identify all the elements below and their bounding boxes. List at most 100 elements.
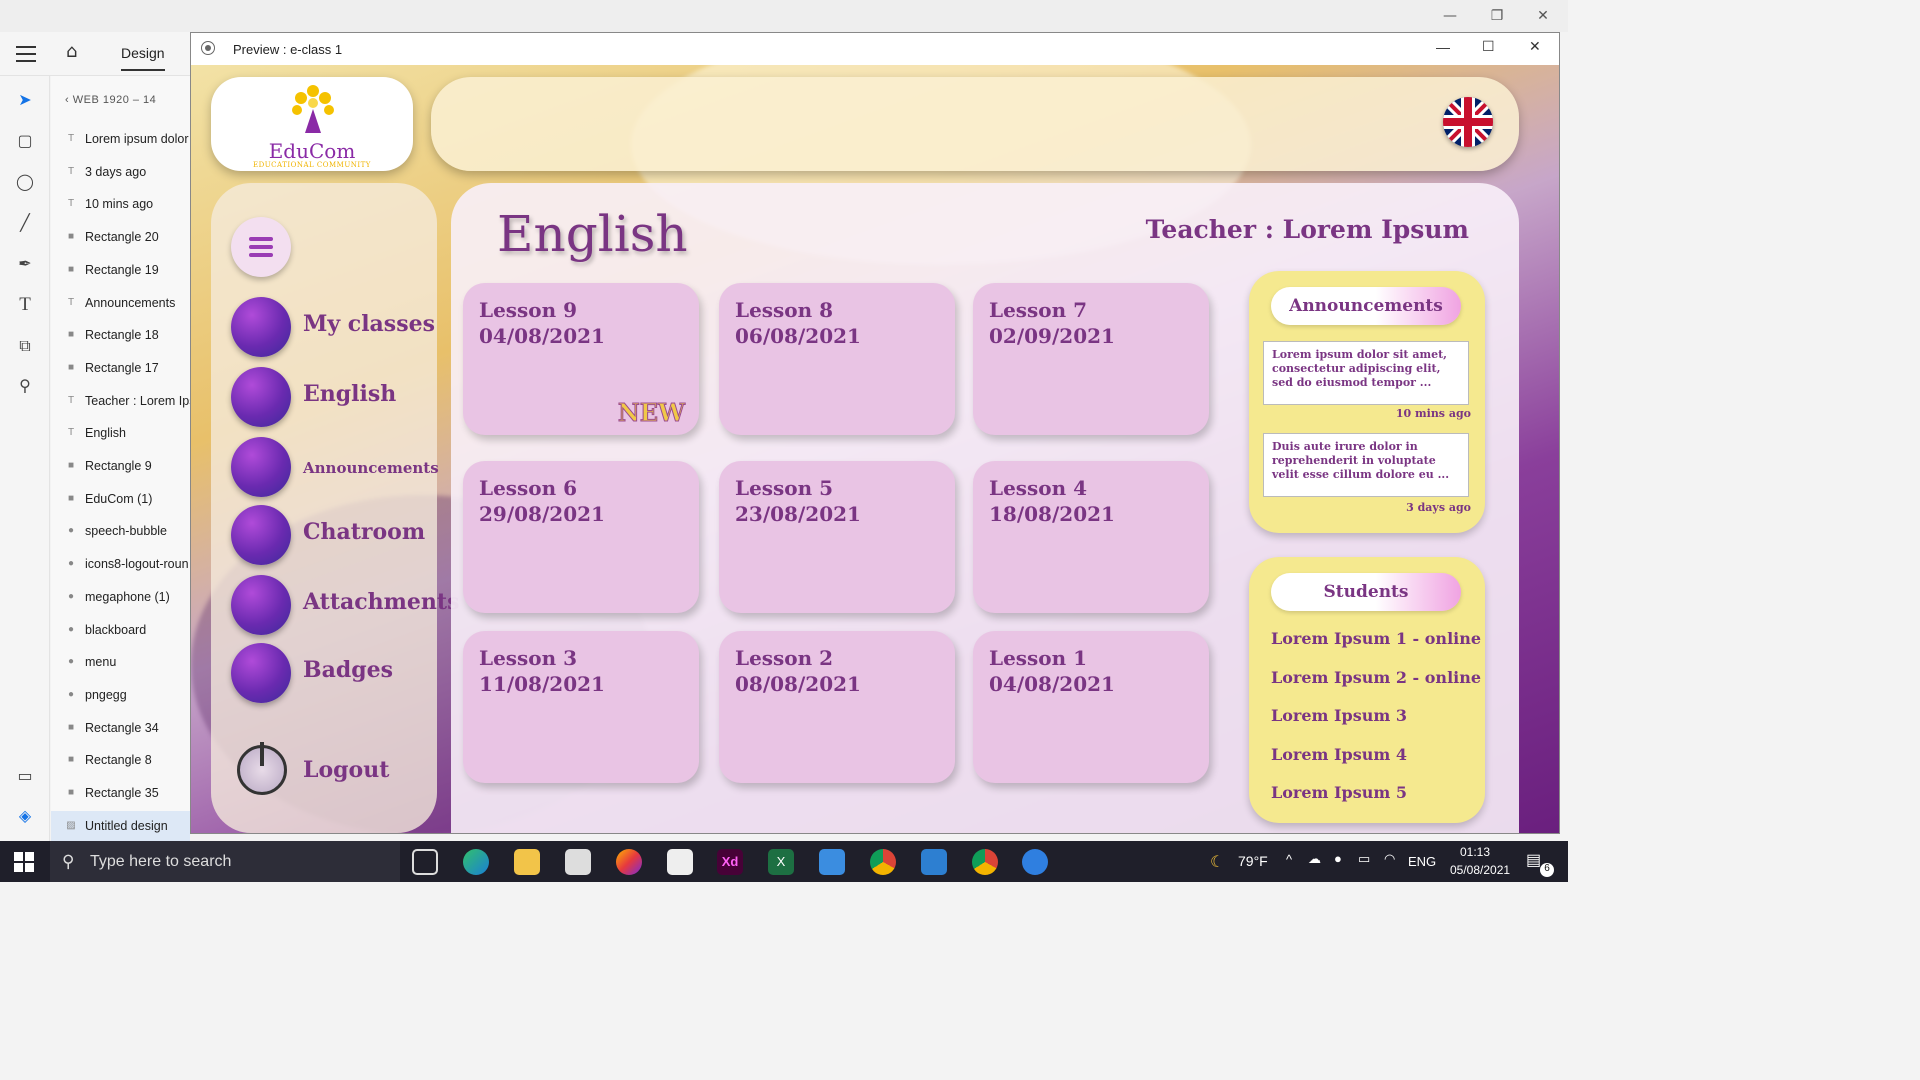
ellipse-tool-icon[interactable]: ◯ [13,170,37,194]
lesson-card[interactable]: Lesson 3 11/08/2021 [463,631,699,783]
layer-item[interactable]: ■ Rectangle 35 [51,778,190,808]
nav-item[interactable]: My classes [231,297,441,357]
assets-icon[interactable]: ▭ [13,764,37,788]
preview-record-icon[interactable] [201,41,215,55]
layer-item[interactable]: ■ Rectangle 19 [51,255,190,285]
announcements-title[interactable]: Announcements [1271,287,1461,325]
logout-button[interactable]: Logout [231,742,441,803]
lesson-card[interactable]: Lesson 5 23/08/2021 [719,461,955,613]
weather-moon-icon[interactable]: ☾ [1210,852,1224,872]
students-title[interactable]: Students [1271,573,1461,611]
layer-item[interactable]: ● pngegg [51,680,190,710]
layer-item[interactable]: ● megaphone (1) [51,582,190,612]
task-view-icon[interactable] [412,849,438,875]
lesson-card[interactable]: Lesson 7 02/09/2021 [973,283,1209,435]
photos-icon[interactable] [921,849,947,875]
taskbar-search-input[interactable]: ⚲ Type here to search [50,841,400,882]
uk-flag-language-icon[interactable] [1443,97,1493,147]
layer-item[interactable]: T English [51,418,190,448]
app-icon[interactable] [565,849,591,875]
layer-item[interactable]: ▨ Untitled design [51,810,190,841]
announcement-item[interactable]: Duis aute irure dolor in reprehenderit i… [1263,433,1469,497]
weather-temp[interactable]: 79°F [1238,853,1268,869]
rectangle-tool-icon[interactable]: ▢ [13,129,37,153]
layer-item[interactable]: ■ Rectangle 18 [51,320,190,350]
layer-item[interactable]: ■ Rectangle 34 [51,713,190,743]
nav-item[interactable]: Attachments [231,575,459,635]
windows-start-icon[interactable] [14,852,34,872]
chrome-icon[interactable] [870,849,896,875]
microphone-icon[interactable]: ● [1334,851,1342,866]
layer-item[interactable]: ■ Rectangle 17 [51,353,190,383]
layer-item[interactable]: ■ Rectangle 9 [51,451,190,481]
layer-item[interactable]: ■ Rectangle 20 [51,222,190,252]
student-item[interactable]: Lorem Ipsum 1 - online [1271,629,1481,648]
clock-time[interactable]: 01:13 [1460,845,1490,859]
excel-icon[interactable]: X [768,849,794,875]
minimize-button[interactable]: — [1440,6,1460,26]
student-item[interactable]: Lorem Ipsum 4 [1271,745,1407,764]
artboard-breadcrumb[interactable]: ‹ WEB 1920 – 14 [65,94,156,106]
layer-item[interactable]: T 10 mins ago [51,189,190,219]
wifi-icon[interactable]: ◠ [1384,851,1395,867]
zoom-tool-icon[interactable]: ⚲ [13,374,37,398]
nav-item[interactable]: Badges [231,643,441,703]
lesson-card[interactable]: Lesson 4 18/08/2021 [973,461,1209,613]
lesson-card[interactable]: Lesson 9 04/08/2021 NEW [463,283,699,435]
student-item[interactable]: Lorem Ipsum 3 [1271,706,1407,725]
announcement-item[interactable]: Lorem ipsum dolor sit amet, consectetur … [1263,341,1469,405]
layer-item[interactable]: T Lorem ipsum dolor [51,124,190,154]
chevron-up-icon[interactable]: ^ [1286,852,1292,867]
pen-tool-icon[interactable]: ✒ [13,252,37,276]
text-tool-icon[interactable]: T [13,293,37,317]
layer-item[interactable]: T 3 days ago [51,157,190,187]
cloud-icon[interactable]: ☁ [1308,851,1321,867]
layers-panel: ‹ WEB 1920 – 14 T Lorem ipsum dolor T 3 day… [51,76,190,841]
student-item[interactable]: Lorem Ipsum 2 - online [1271,668,1481,687]
file-explorer-icon[interactable] [514,849,540,875]
preview-close-button[interactable]: ✕ [1529,38,1541,55]
hamburger-menu-icon[interactable] [16,44,36,62]
layer-item[interactable]: ● menu [51,647,190,677]
layer-item[interactable]: T Announcements [51,288,190,318]
lesson-card[interactable]: Lesson 8 06/08/2021 [719,283,955,435]
line-tool-icon[interactable]: ╱ [13,211,37,235]
layer-item[interactable]: ■ EduCom (1) [51,484,190,514]
preview-minimize-button[interactable]: — [1436,39,1450,55]
close-button[interactable]: ✕ [1533,6,1553,26]
nav-item[interactable]: Chatroom [231,505,441,565]
nav-item[interactable]: English [231,367,441,427]
chevron-left-icon[interactable]: ‹ [65,94,73,106]
layer-label: speech-bubble [85,524,168,539]
clock-date[interactable]: 05/08/2021 [1450,863,1510,877]
language-indicator[interactable]: ENG [1408,854,1436,869]
preview-maximize-button[interactable]: ☐ [1482,38,1495,55]
layers-icon[interactable]: ◈ [13,804,37,828]
store-icon[interactable] [667,849,693,875]
lesson-card[interactable]: Lesson 1 04/08/2021 [973,631,1209,783]
restore-button[interactable]: ❐ [1487,6,1507,26]
mail-icon[interactable] [819,849,845,875]
menu-button[interactable] [231,217,291,277]
app-icon[interactable] [1022,849,1048,875]
lesson-card[interactable]: Lesson 6 29/08/2021 [463,461,699,613]
chrome-profile-icon[interactable] [972,849,998,875]
edge-icon[interactable] [463,849,489,875]
lesson-card[interactable]: Lesson 2 08/08/2021 [719,631,955,783]
layer-item[interactable]: ■ Rectangle 8 [51,745,190,775]
artboard-tool-icon[interactable]: ⧉ [13,334,37,358]
firefox-icon[interactable] [616,849,642,875]
logo-card[interactable]: EduCom EDUCATIONAL COMMUNITY [211,77,413,171]
adobe-xd-icon[interactable]: Xd [717,849,743,875]
layer-item[interactable]: ● speech-bubble [51,516,190,546]
layer-item[interactable]: ● icons8-logout-roun [51,549,190,579]
tab-design[interactable]: Design [121,45,165,71]
battery-icon[interactable]: ▭ [1358,851,1370,867]
nav-item[interactable]: Announcements [231,437,441,497]
layer-item[interactable]: ● blackboard [51,615,190,645]
notifications-icon[interactable]: ▤ [1526,850,1541,870]
layer-item[interactable]: T Teacher : Lorem Ipsu [51,386,190,416]
student-item[interactable]: Lorem Ipsum 5 [1271,783,1407,802]
select-tool-icon[interactable]: ➤ [13,88,37,112]
home-icon[interactable]: ⌂ [66,41,77,62]
